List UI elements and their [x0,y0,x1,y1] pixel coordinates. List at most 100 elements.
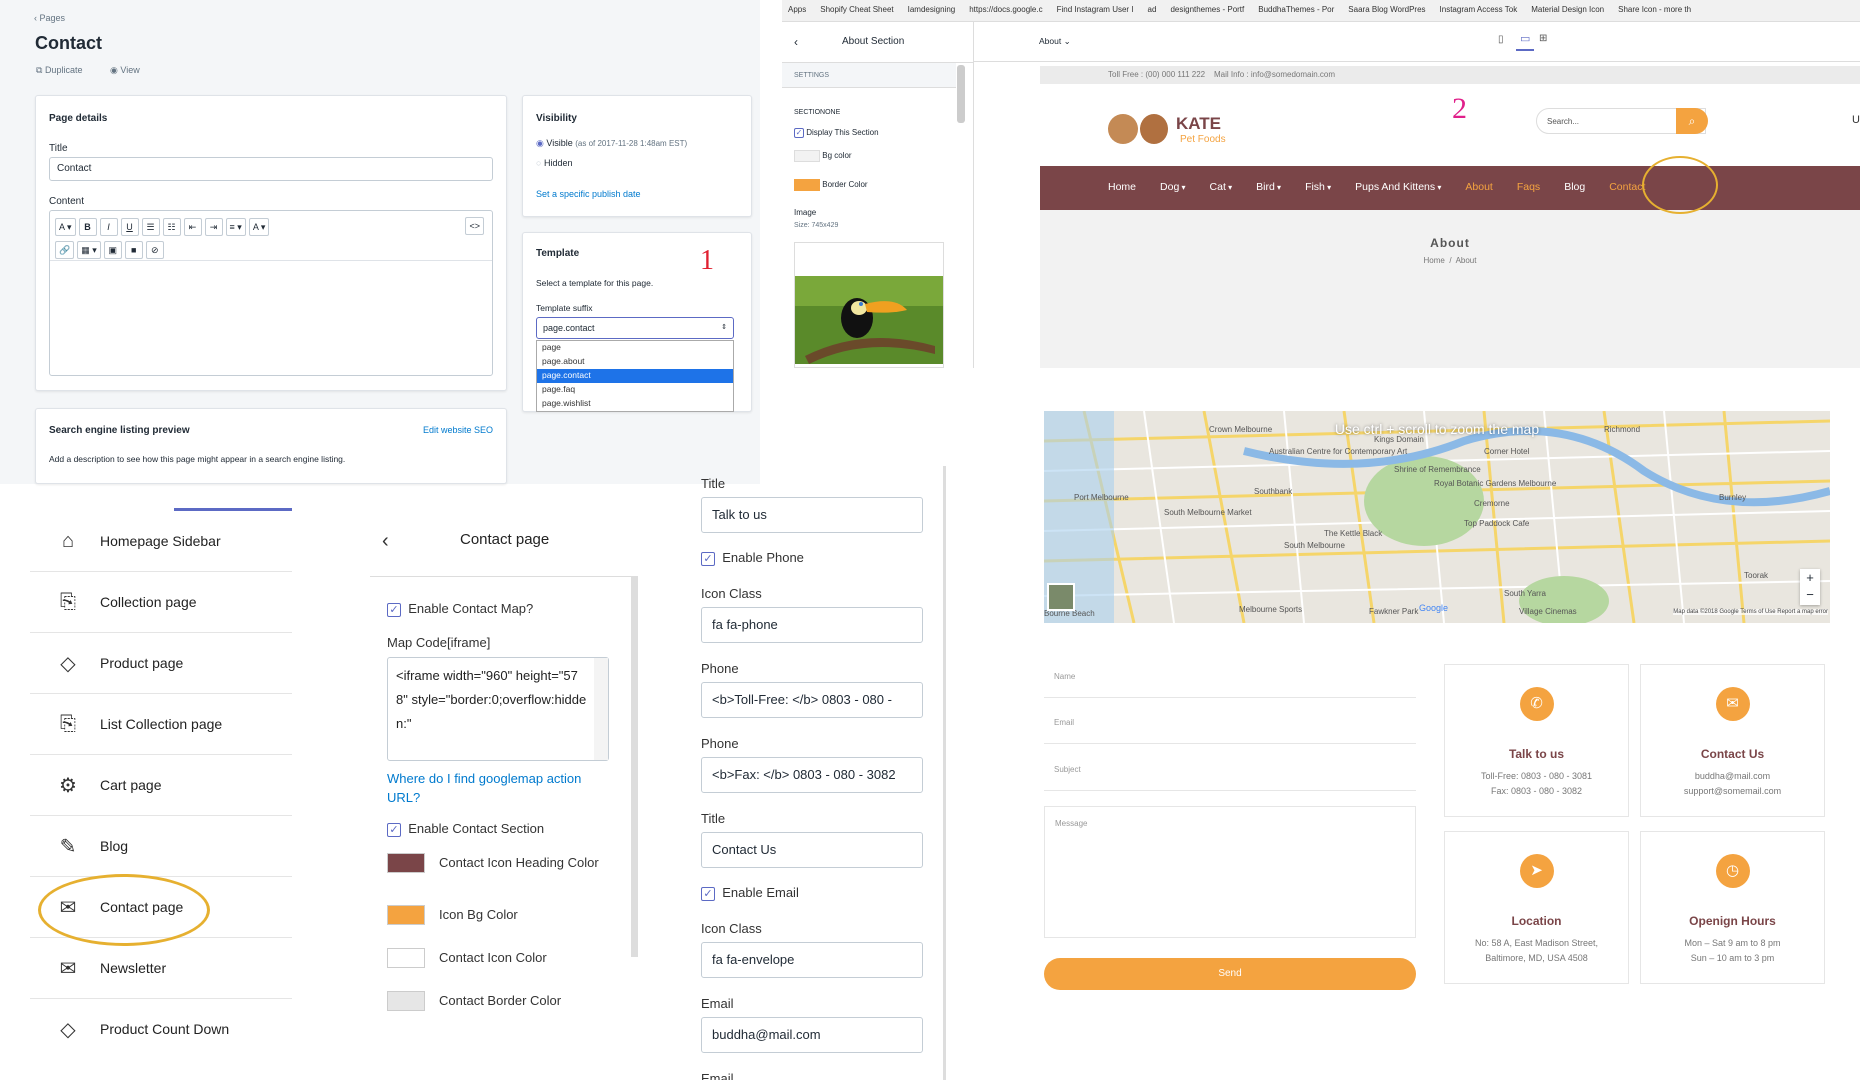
color-setting[interactable]: Contact Border Color [387,991,627,1011]
bg-color-setting[interactable]: Bg color [794,150,852,162]
bookmark-item[interactable]: Shopify Cheat Sheet [820,5,893,14]
map-place-label[interactable]: Corner Hotel [1484,447,1529,456]
color-swatch[interactable] [387,948,425,968]
map-place-label[interactable]: Toorak [1744,571,1768,580]
template-option[interactable]: page.faq [537,383,733,397]
italic-icon[interactable]: I [99,218,118,236]
nav-item-pups-and-kittens[interactable]: Pups And Kittens ▾ [1355,181,1441,193]
color-setting[interactable]: Contact Icon Color [387,948,627,968]
breadcrumb-home[interactable]: Home [1424,256,1445,265]
map-place-label[interactable]: Top Paddock Cafe [1464,519,1529,528]
color-setting[interactable]: Icon Bg Color [387,905,627,925]
contact-name-field[interactable]: Name [1044,672,1416,698]
nav-item-contact[interactable]: Contact [1609,181,1645,193]
bookmark-item[interactable]: Find Instagram User I [1057,5,1134,14]
code-view-icon[interactable]: <> [465,217,484,235]
color-swatch[interactable] [387,853,425,873]
nav-item-bird[interactable]: Bird ▾ [1256,181,1281,193]
search-icon[interactable]: ⌕ [1676,108,1708,134]
contact-email-field[interactable]: Email [1044,718,1416,744]
clear-format-icon[interactable]: ⊘ [145,241,164,259]
icon-phone-input[interactable]: fa fa-phone [701,607,923,643]
nav-item-home[interactable]: Home [1108,181,1136,193]
sidebar-item-cart-page[interactable]: ⚙ Cart page [30,755,292,816]
text-color-icon[interactable]: A ▾ [248,218,270,236]
color-setting[interactable]: Contact Icon Heading Color [387,853,627,873]
visible-radio[interactable]: ◉ Visible (as of 2017-11-28 1:48am EST) [536,138,687,149]
satellite-toggle[interactable] [1047,583,1075,611]
bookmark-item[interactable]: Instagram Access Tok [1440,5,1518,14]
send-button[interactable]: Send [1044,958,1416,990]
bullet-list-icon[interactable]: ☰ [141,218,160,236]
map-place-label[interactable]: Burnley [1719,493,1746,502]
duplicate-button[interactable]: ⧉ Duplicate [36,65,82,76]
number-list-icon[interactable]: ☷ [162,218,181,236]
sidebar-item-product-page[interactable]: ◇ Product page [30,633,292,694]
fullscreen-icon[interactable]: ⊞ [1539,33,1547,44]
outdent-icon[interactable]: ⇤ [183,218,202,236]
color-swatch[interactable] [387,905,425,925]
nav-item-cat[interactable]: Cat ▾ [1210,181,1233,193]
template-option[interactable]: page [537,341,733,355]
zoom-out-button[interactable]: − [1800,586,1820,603]
enable-phone-checkbox[interactable]: ✓ Enable Phone [701,550,804,566]
icon-email-input[interactable]: fa fa-envelope [701,942,923,978]
zoom-in-button[interactable]: + [1800,569,1820,586]
logo-text[interactable]: KATE [1176,114,1221,134]
bookmark-item[interactable]: Saara Blog WordPres [1348,5,1425,14]
bookmark-item[interactable]: designthemes - Portf [1170,5,1244,14]
nav-item-fish[interactable]: Fish ▾ [1305,181,1331,193]
enable-email-checkbox[interactable]: ✓ Enable Email [701,885,799,901]
table-icon[interactable]: ▦ ▾ [77,241,101,259]
page-select[interactable]: About ⌄ [1039,36,1071,47]
template-suffix-select[interactable]: page.contact ⇕ [536,317,734,339]
hidden-radio[interactable]: ○ Hidden [536,158,572,168]
map-place-label[interactable]: South Melbourne Market [1164,508,1252,517]
sidebar-item-list-collection-page[interactable]: ⎘ List Collection page [30,694,292,755]
display-section-checkbox[interactable]: ✓ Display This Section [794,128,879,138]
map-place-label[interactable]: Southbank [1254,487,1292,496]
bookmark-item[interactable]: Apps [788,5,806,14]
map-place-label[interactable]: Shrine of Remembrance [1394,465,1481,474]
bookmark-item[interactable]: ad [1148,5,1157,14]
template-option[interactable]: page.wishlist [537,397,733,411]
map-place-label[interactable]: Australian Centre for Contemporary Art [1269,447,1407,456]
back-chevron-icon[interactable]: ‹ [382,530,389,553]
sidebar-item-product-count-down[interactable]: ◇ Product Count Down [30,999,292,1041]
nav-item-about[interactable]: About [1465,181,1492,193]
settings-scrollbar[interactable] [631,577,638,957]
publish-date-link[interactable]: Set a specific publish date [536,189,641,199]
map-place-label[interactable]: The Kettle Black [1324,529,1382,538]
underline-icon[interactable]: U [120,218,139,236]
back-icon[interactable]: ‹ [794,35,798,49]
map-place-label[interactable]: Village Cinemas [1519,607,1577,616]
email1-input[interactable]: buddha@mail.com [701,1017,923,1053]
googlemap-help-link[interactable]: Where do I find googlemap action URL? [387,769,617,807]
align-icon[interactable]: ≡ ▾ [225,218,246,236]
color-swatch[interactable] [387,991,425,1011]
title2-input[interactable]: Contact Us [701,832,923,868]
border-color-setting[interactable]: Border Color [794,179,868,191]
sidebar-scrollbar[interactable] [957,65,965,123]
bookmark-item[interactable]: Share Icon - more th [1618,5,1691,14]
mobile-view-icon[interactable]: ▯ [1498,34,1504,45]
contact-message-field[interactable]: Message [1044,806,1416,938]
map-place-label[interactable]: Port Melbourne [1074,493,1129,502]
edit-seo-link[interactable]: Edit website SEO [423,425,493,435]
bold-icon[interactable]: B [78,218,97,236]
font-icon[interactable]: A ▾ [55,218,76,236]
breadcrumb[interactable]: ‹ Pages [34,13,65,23]
bookmark-item[interactable]: https://docs.google.c [969,5,1042,14]
bookmark-item[interactable]: Iamdesigning [908,5,956,14]
bookmark-item[interactable]: BuddhaThemes - Por [1258,5,1334,14]
image-icon[interactable]: ▣ [103,241,122,259]
map-attribution[interactable]: Map data ©2018 Google Terms of Use Repor… [1673,609,1828,615]
title1-input[interactable]: Talk to us [701,497,923,533]
view-button[interactable]: ◉ View [110,65,140,76]
map-place-label[interactable]: Melbourne Sports [1239,605,1302,614]
map-place-label[interactable]: Royal Botanic Gardens Melbourne [1434,479,1556,488]
link-icon[interactable]: 🔗 [55,241,75,259]
phone2-input[interactable]: <b>Fax: </b> 0803 - 080 - 3082 [701,757,923,793]
map-place-label[interactable]: Cremorne [1474,499,1510,508]
video-icon[interactable]: ■ [124,241,143,259]
